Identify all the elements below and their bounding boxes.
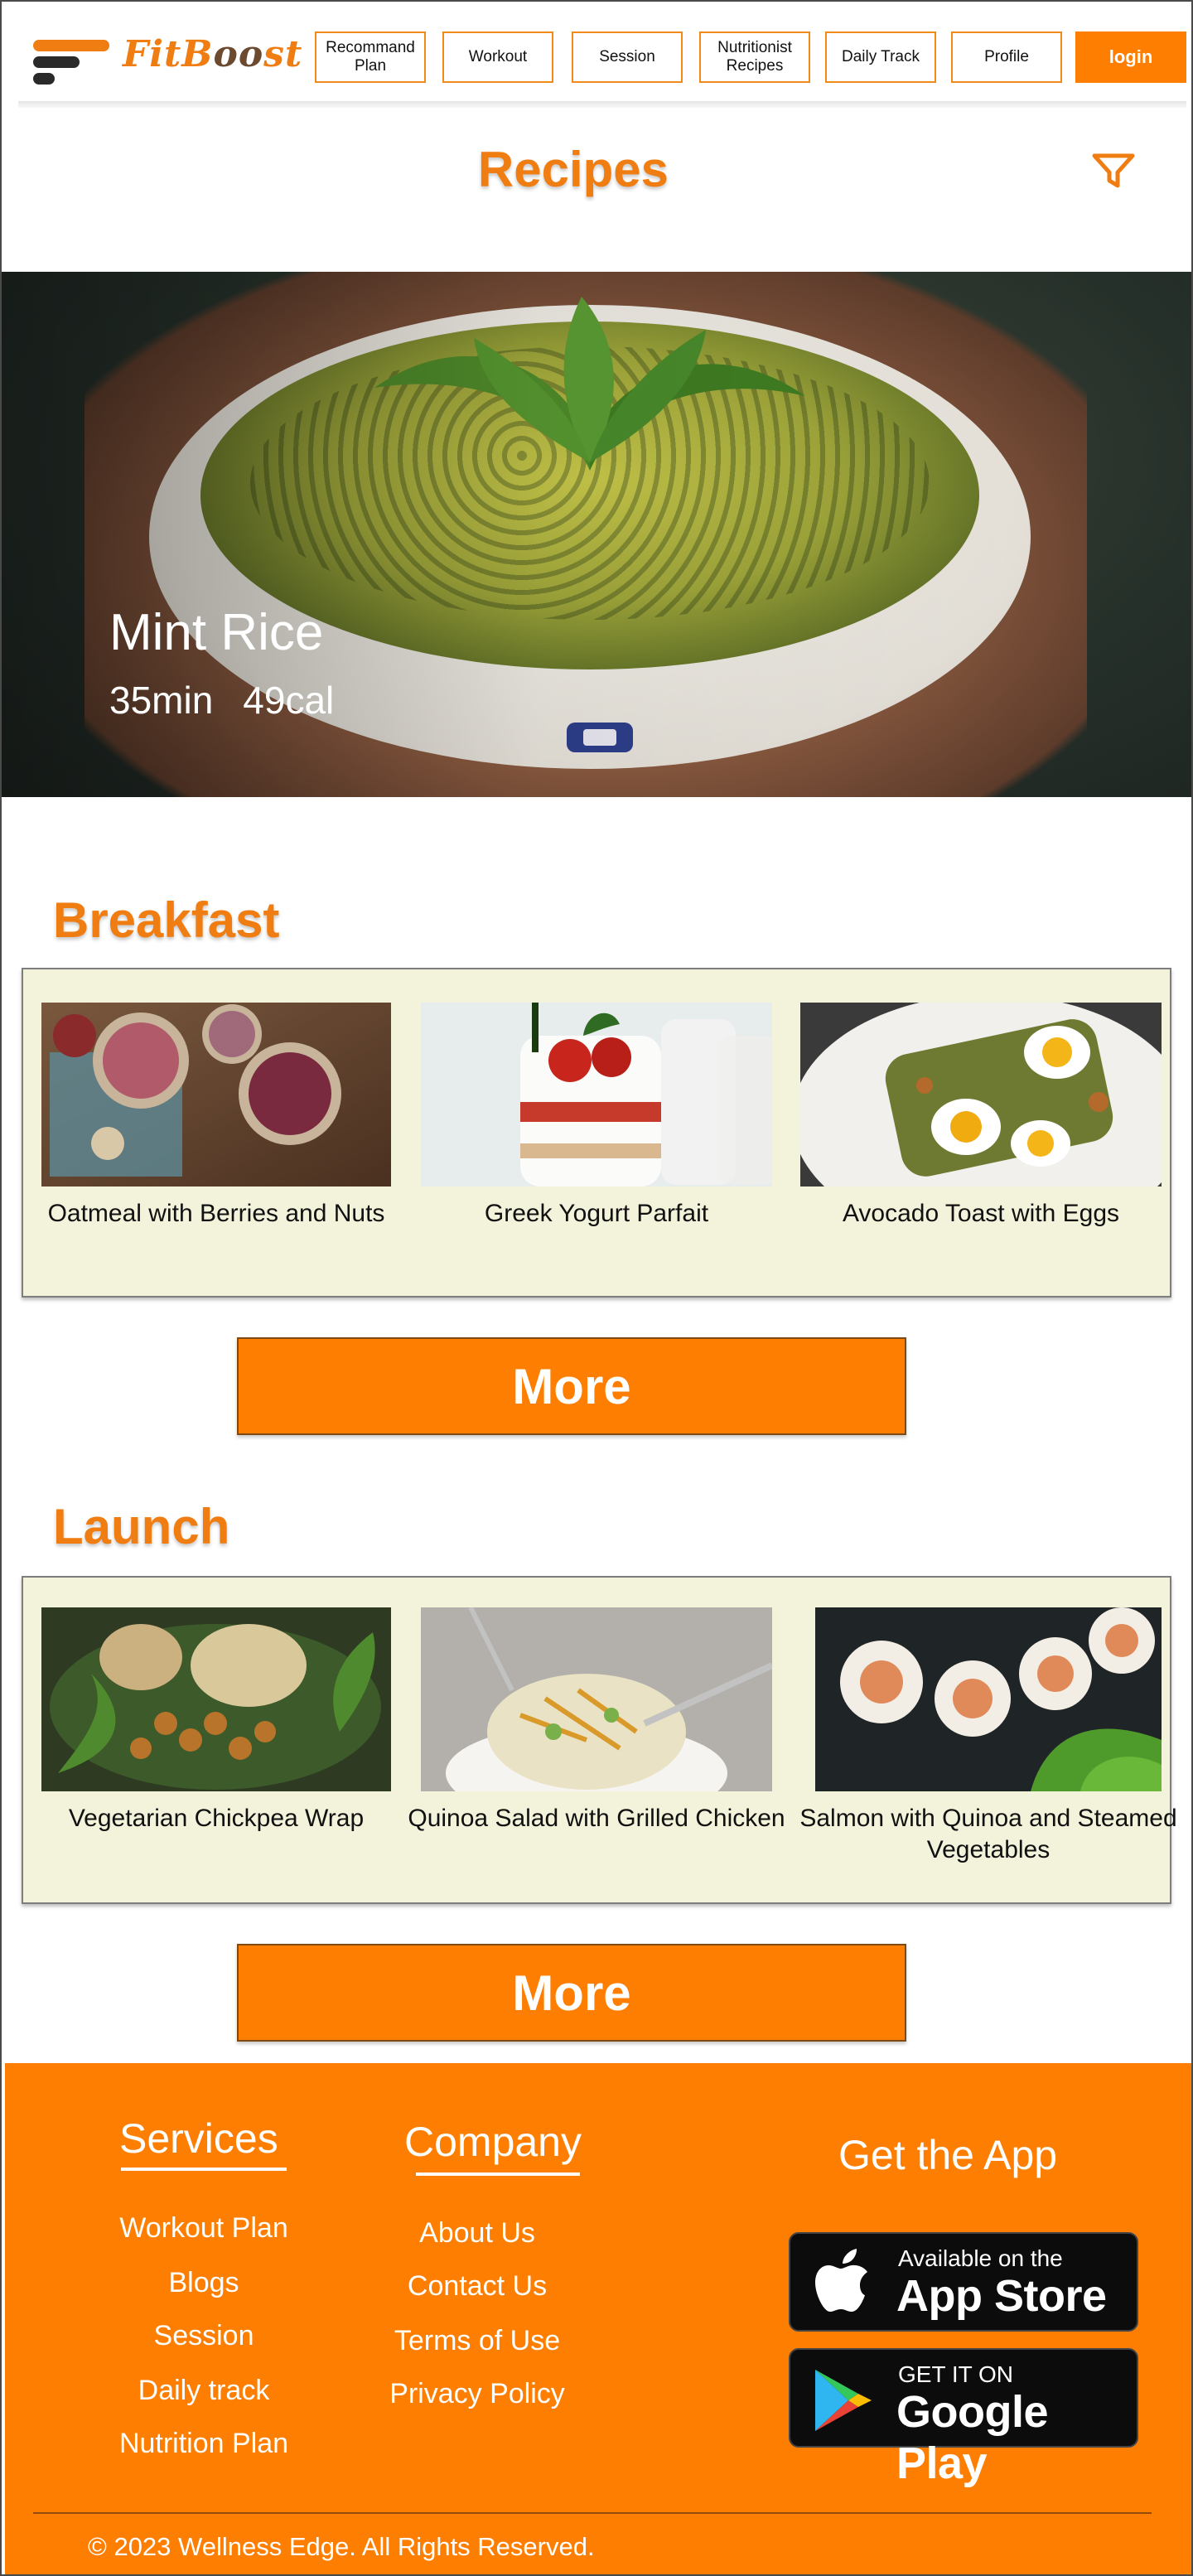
footer: Services Workout Plan Blogs Session Dail… xyxy=(5,2063,1191,2574)
hero-recipe-name: Mint Rice xyxy=(109,604,324,661)
recipe-card-label: Quinoa Salad with Grilled Chicken xyxy=(408,1805,785,1832)
navbar-divider xyxy=(18,101,1186,108)
section-title-breakfast: Breakfast xyxy=(53,892,280,948)
footer-link-workout-plan[interactable]: Workout Plan xyxy=(55,2212,353,2245)
footer-company-underline xyxy=(416,2172,580,2176)
google-play-big-text: Google Play xyxy=(896,2387,1049,2488)
apple-icon xyxy=(815,2249,867,2312)
hero-recipe-calories: 49cal xyxy=(243,679,335,722)
avocado-toast-image xyxy=(800,1003,1162,1187)
logo-bars-icon xyxy=(33,40,109,85)
page: FitBoost Recommand Plan Workout Session N… xyxy=(0,0,1193,2576)
nav-profile[interactable]: Profile xyxy=(951,31,1062,83)
top-navbar: FitBoost Recommand Plan Workout Session N… xyxy=(2,2,1191,104)
copyright-text: © 2023 Wellness Edge. All Rights Reserve… xyxy=(88,2532,595,2561)
login-button[interactable]: login xyxy=(1075,31,1186,83)
breakfast-more-button[interactable]: More xyxy=(237,1337,906,1435)
footer-link-privacy[interactable]: Privacy Policy xyxy=(328,2378,626,2410)
recipe-card[interactable]: Salmon with Quinoa and Steamed Vegetable… xyxy=(799,1607,1177,1863)
hero-recipe-time: 35min xyxy=(109,679,214,722)
recipe-card-label: Salmon with Quinoa and Steamed Vegetable… xyxy=(799,1805,1177,1863)
chickpea-wrap-image xyxy=(41,1607,391,1791)
footer-link-about-us[interactable]: About Us xyxy=(328,2217,626,2250)
page-title: Recipes xyxy=(477,142,669,197)
hero-recipe-meta: 35min 49cal xyxy=(109,678,364,723)
recipe-card-label: Oatmeal with Berries and Nuts xyxy=(47,1200,385,1227)
featured-recipe-hero[interactable]: Mint Rice 35min 49cal xyxy=(2,272,1191,797)
recipe-card[interactable]: Greek Yogurt Parfait xyxy=(421,1003,772,1251)
google-play-small-text: GET IT ON xyxy=(898,2361,1013,2387)
nav-session[interactable]: Session xyxy=(572,31,683,83)
footer-link-daily-track[interactable]: Daily track xyxy=(55,2375,353,2407)
nav-recommand-plan[interactable]: Recommand Plan xyxy=(315,31,426,83)
brand-name: FitBoost xyxy=(123,33,303,75)
launch-panel: Vegetarian Chickpea Wrap Quinoa Salad wi… xyxy=(22,1576,1177,1904)
footer-link-contact-us[interactable]: Contact Us xyxy=(328,2270,626,2303)
footer-app-heading: Get the App xyxy=(838,2132,1058,2178)
filter-icon[interactable] xyxy=(1092,152,1135,191)
recipe-card-label: Avocado Toast with Eggs xyxy=(842,1200,1120,1227)
footer-divider xyxy=(33,2512,1152,2514)
google-play-badge[interactable]: GET IT ON Google Play xyxy=(789,2348,1138,2488)
recipe-card[interactable]: Avocado Toast with Eggs xyxy=(800,1003,1162,1251)
oatmeal-berries-image xyxy=(41,1003,391,1187)
app-store-badge[interactable]: Available on the App Store xyxy=(789,2232,1138,2332)
breakfast-panel: Oatmeal with Berries and Nuts Greek Yogu… xyxy=(22,968,1171,1298)
app-store-small-text: Available on the xyxy=(898,2245,1063,2271)
launch-more-button[interactable]: More xyxy=(237,1944,906,2042)
footer-services-underline xyxy=(121,2168,287,2171)
brand-logo[interactable]: FitBoost xyxy=(31,33,302,91)
nav-daily-track[interactable]: Daily Track xyxy=(825,31,936,83)
footer-services-heading: Services xyxy=(119,2115,278,2162)
footer-link-terms[interactable]: Terms of Use xyxy=(328,2325,626,2357)
quinoa-salad-image xyxy=(421,1607,772,1791)
footer-link-blogs[interactable]: Blogs xyxy=(55,2267,353,2299)
recipe-card-label: Vegetarian Chickpea Wrap xyxy=(68,1805,365,1832)
recipe-card[interactable]: Quinoa Salad with Grilled Chicken xyxy=(408,1607,785,1856)
footer-link-nutrition-plan[interactable]: Nutrition Plan xyxy=(55,2428,353,2460)
yogurt-parfait-image xyxy=(421,1003,772,1187)
recipe-card-label: Greek Yogurt Parfait xyxy=(484,1200,709,1227)
app-store-big-text: App Store xyxy=(896,2271,1107,2321)
footer-link-session[interactable]: Session xyxy=(55,2320,353,2352)
recipe-card[interactable]: Vegetarian Chickpea Wrap xyxy=(41,1607,391,1856)
google-play-icon xyxy=(815,2370,872,2431)
footer-company-heading: Company xyxy=(404,2119,582,2165)
section-title-launch: Launch xyxy=(53,1499,230,1554)
nav-nutritionist-recipes[interactable]: Nutritionist Recipes xyxy=(699,31,810,83)
salmon-quinoa-image xyxy=(815,1607,1162,1791)
nav-workout[interactable]: Workout xyxy=(442,31,553,83)
recipe-card[interactable]: Oatmeal with Berries and Nuts xyxy=(41,1003,391,1251)
